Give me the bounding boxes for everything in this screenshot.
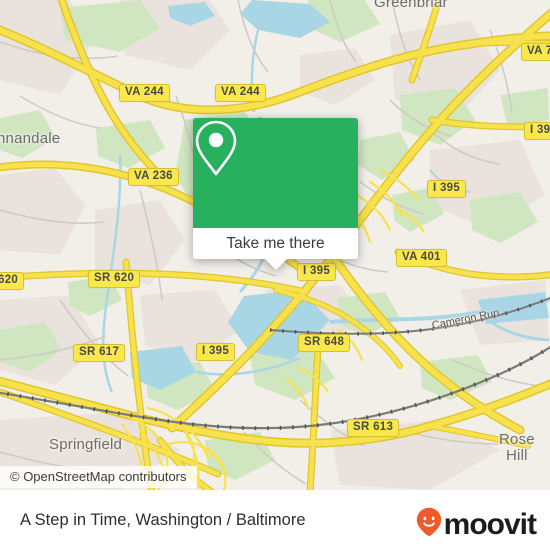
shield-va-244-west[interactable]: VA 244 — [119, 84, 170, 102]
shield-sr-648[interactable]: SR 648 — [298, 334, 351, 352]
moovit-wordmark: moovit — [443, 507, 537, 541]
shield-i-395-mid[interactable]: I 395 — [297, 263, 337, 281]
shield-sr-620[interactable]: SR 620 — [88, 270, 141, 288]
popup-header — [193, 118, 358, 228]
shield-sr-617[interactable]: SR 617 — [73, 344, 126, 362]
shield-va-401[interactable]: VA 401 — [396, 249, 447, 267]
moovit-smiley-pin-icon — [416, 507, 442, 542]
footer-bar: A Step in Time, Washington / Baltimore m… — [0, 490, 550, 550]
shield-va-236[interactable]: VA 236 — [128, 168, 179, 186]
shield-i-395-ne[interactable]: I 395 — [524, 122, 550, 140]
shield-i-395-sw[interactable]: I 395 — [196, 343, 236, 361]
place-title: A Step in Time, Washington / Baltimore — [20, 510, 306, 529]
moovit-logo[interactable]: moovit — [416, 507, 537, 542]
osm-attribution[interactable]: © OpenStreetMap contributors — [0, 466, 197, 488]
take-me-there-button[interactable]: Take me there — [193, 228, 358, 259]
popup-pointer-tail — [264, 259, 287, 270]
take-me-there-label: Take me there — [226, 234, 325, 252]
shield-va-244-east[interactable]: VA 244 — [215, 84, 266, 102]
map-page: Greenbriar nnandale Springfield Rose Hil… — [0, 0, 550, 550]
shield-i-395-east[interactable]: I 395 — [427, 180, 467, 198]
shield-620[interactable]: 620 — [0, 272, 25, 290]
map-canvas[interactable]: Greenbriar nnandale Springfield Rose Hil… — [0, 0, 550, 490]
location-popup-card[interactable]: Take me there — [193, 118, 358, 270]
shield-va-7[interactable]: VA 7 — [521, 43, 550, 61]
shield-sr-613[interactable]: SR 613 — [347, 419, 400, 437]
osm-attribution-label: © OpenStreetMap contributors — [10, 469, 187, 484]
